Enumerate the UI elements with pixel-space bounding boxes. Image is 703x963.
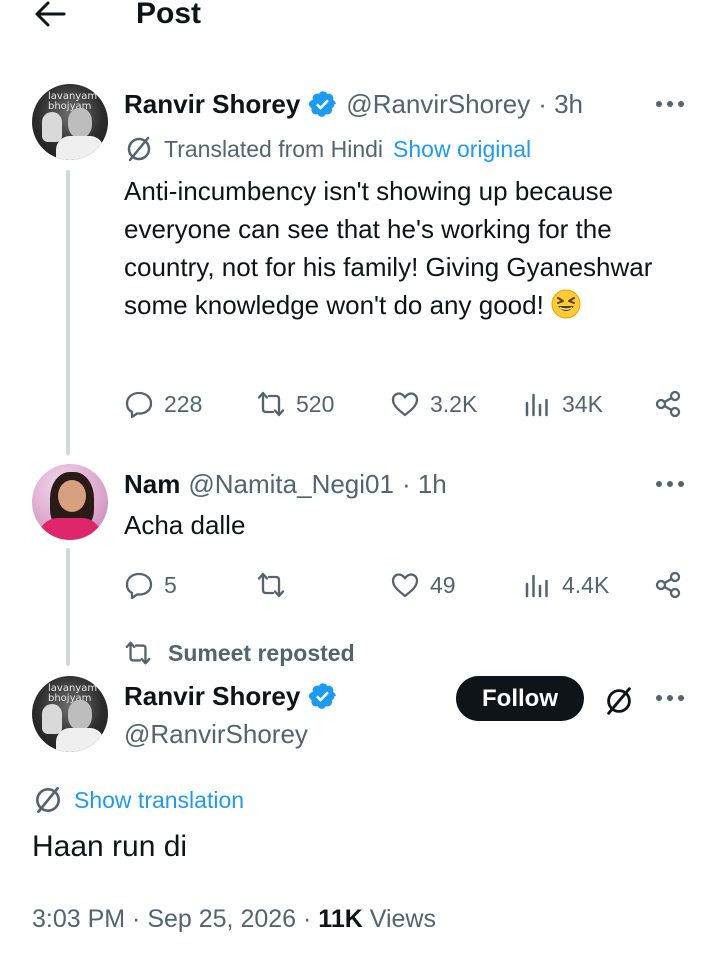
tweet-text: Haan run di [32, 830, 188, 863]
tweet-meta: 3:03 PM · Sep 25, 2026 · 11K Views [32, 902, 436, 936]
share-icon [655, 390, 681, 418]
translation-notice: Translated from Hindi Show original [124, 133, 531, 165]
repost-button[interactable]: 520 [256, 389, 334, 419]
views-label: Views [369, 905, 436, 933]
reply-count: 228 [164, 391, 203, 417]
follow-button[interactable]: Follow [456, 676, 584, 721]
author-name[interactable]: Ranvir Shorey [124, 86, 300, 122]
show-translation-button[interactable]: Show translation [32, 784, 244, 816]
like-button[interactable]: 3.2K [390, 389, 477, 419]
more-icon [656, 695, 684, 701]
reply-count: 5 [164, 572, 177, 598]
analytics-icon [525, 393, 548, 417]
tweet-time[interactable]: · 3h [538, 86, 583, 122]
translate-icon [36, 786, 60, 814]
more-options-button[interactable] [652, 474, 688, 494]
share-icon [655, 571, 681, 599]
reposted-by: Sumeet reposted [124, 638, 355, 668]
show-original-link[interactable]: Show original [393, 133, 531, 165]
tweet-header: Ranvir Shorey [124, 678, 338, 714]
views-button[interactable]: 34K [522, 389, 603, 419]
avatar[interactable] [32, 464, 108, 540]
thread-line [66, 548, 70, 666]
author-handle[interactable]: @Namita_Negi01 [188, 466, 394, 502]
tweet-text: Acha dalle [124, 510, 246, 540]
reply-button[interactable]: 228 [124, 389, 202, 419]
tweet-timestamp[interactable]: 3:03 PM · Sep 25, 2026 · [32, 905, 311, 933]
translate-icon [607, 687, 631, 715]
reposter-name[interactable]: Sumeet [168, 640, 251, 666]
verified-badge-icon [309, 683, 337, 709]
views-count: 4.4K [562, 572, 610, 598]
page-title: Post [136, 0, 202, 30]
views-count: 11K [318, 905, 363, 933]
translate-icon [127, 136, 151, 162]
tweet-text: Anti-incumbency isn't showing up because… [124, 172, 684, 324]
author-handle[interactable]: @RanvirShorey [124, 716, 308, 752]
repost-button[interactable] [256, 570, 296, 600]
avatar[interactable]: lavanyam bhojyam [32, 84, 108, 160]
tweet-time[interactable]: · 1h [402, 466, 447, 502]
more-icon [656, 481, 684, 487]
tweet-header: Nam @Namita_Negi01 · 1h [124, 466, 447, 502]
like-count: 3.2K [430, 391, 478, 417]
like-button[interactable]: 49 [390, 570, 456, 600]
repost-icon [125, 641, 151, 665]
arrow-left-icon [35, 1, 66, 27]
reply-icon [125, 391, 153, 419]
repost-icon [257, 391, 285, 417]
reply-icon [125, 572, 153, 600]
more-icon [656, 101, 684, 107]
translate-button[interactable] [602, 684, 636, 718]
more-options-button[interactable] [652, 688, 688, 708]
views-button[interactable]: 4.4K [522, 570, 609, 600]
reply-button[interactable]: 5 [124, 570, 177, 600]
author-name[interactable]: Ranvir Shorey [124, 678, 300, 714]
avatar[interactable]: lavanyam bhojyam [32, 676, 108, 752]
show-translation-link[interactable]: Show translation [74, 784, 244, 816]
repost-count: 520 [296, 391, 335, 417]
heart-icon [391, 573, 419, 598]
heart-icon [391, 392, 419, 417]
analytics-icon [525, 574, 548, 598]
back-button[interactable] [30, 0, 70, 34]
repost-icon [257, 572, 285, 598]
grinning-squinting-face-icon [551, 289, 581, 319]
translated-from-text: Translated from Hindi [164, 136, 384, 162]
like-count: 49 [430, 572, 456, 598]
thread-line [66, 170, 70, 455]
verified-badge-icon [309, 91, 337, 117]
share-button[interactable] [654, 570, 684, 600]
reposted-label: reposted [257, 640, 355, 666]
views-count: 34K [562, 391, 603, 417]
more-options-button[interactable] [652, 94, 688, 114]
author-handle[interactable]: @RanvirShorey [346, 86, 530, 122]
tweet-header: Ranvir Shorey @RanvirShorey · 3h [124, 86, 583, 122]
author-name[interactable]: Nam [124, 466, 180, 502]
share-button[interactable] [654, 389, 684, 419]
